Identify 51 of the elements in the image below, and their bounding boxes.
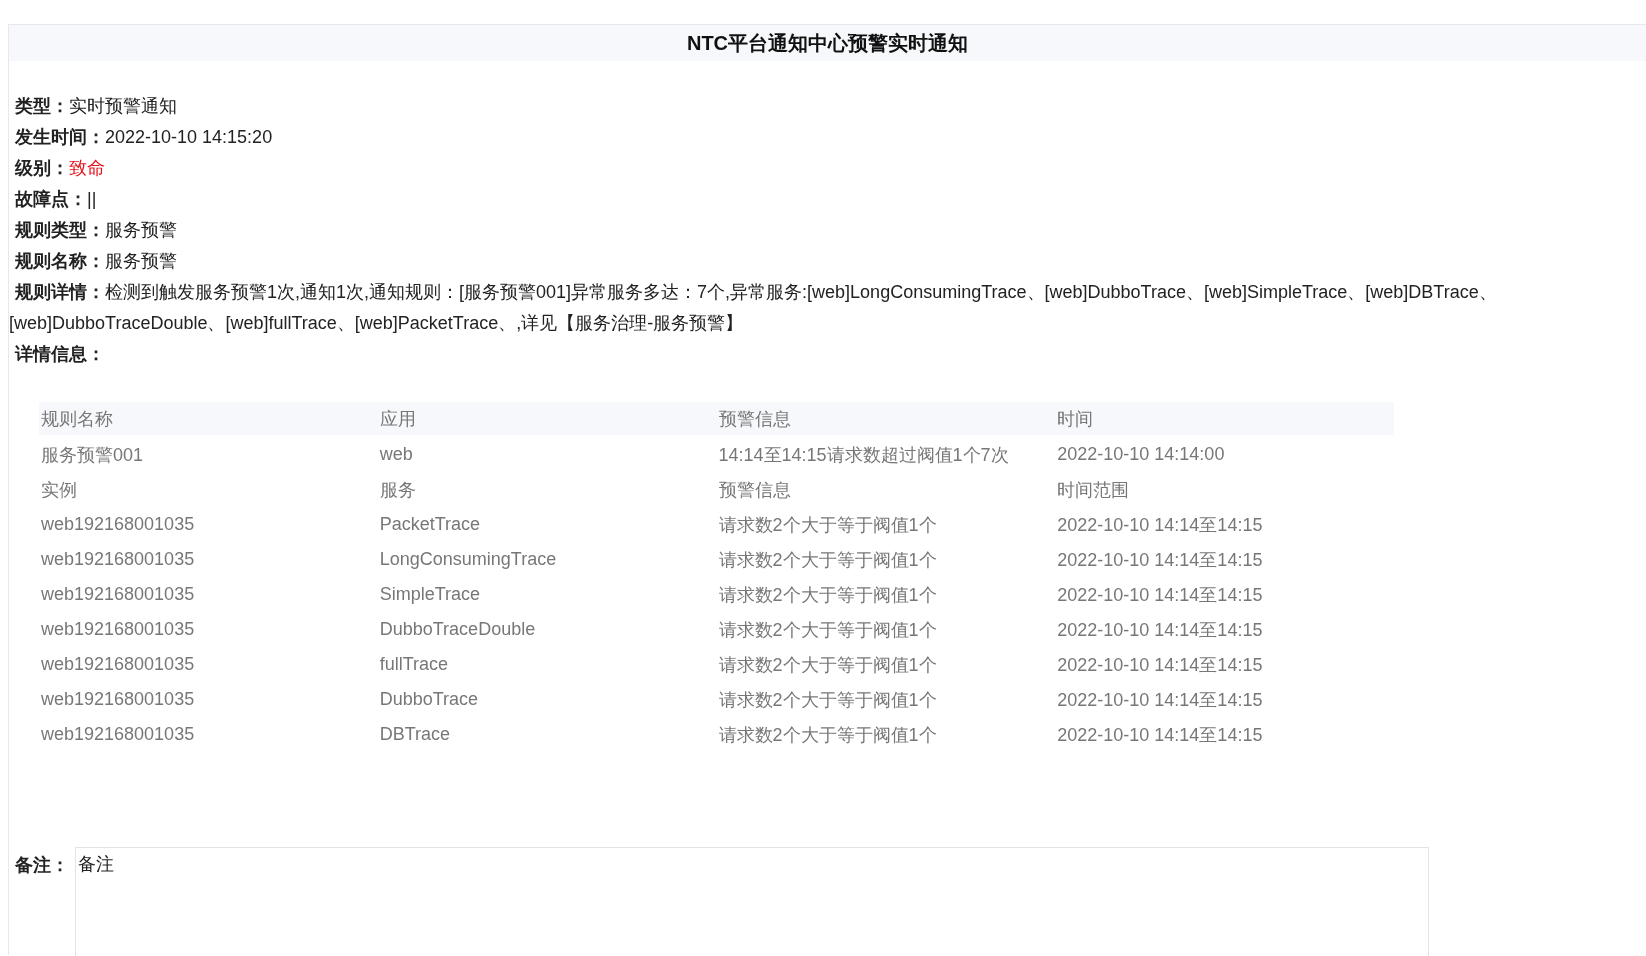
info-line: 故障点：|| xyxy=(13,188,98,211)
column-header: 时间 xyxy=(1056,407,1095,431)
table-cell-text: 2022-10-10 14:14至14:15 xyxy=(1056,618,1264,642)
table-cell-text: 2022-10-10 14:14至14:15 xyxy=(1056,653,1264,677)
page-title: NTC平台通知中心预警实时通知 xyxy=(686,30,969,56)
table-cell-text: web192168001035 xyxy=(40,724,196,745)
table-cell-text: web xyxy=(378,444,414,465)
table-cell-text: 服务 xyxy=(378,478,417,502)
table-cell-text: DubboTraceDouble xyxy=(378,619,537,640)
info-line: 规则详情：检测到触发服务预警1次,通知1次,通知规则：[服务预警001]异常服务多达：7个,异常服务:[web]LongConsumingTrace、[web]DubboTrace、[web]SimpleTrace、[web]DBTrace、[web]DubboTraceDouble、[web]fullTrace、[web]PacketTrace、,详见【服务治理-服务预警】 xyxy=(9,281,1498,335)
table-cell-text: web192168001035 xyxy=(40,549,196,570)
table-cell-text: DubboTrace xyxy=(378,689,480,710)
table-cell-text: 请求数2个大于等于阀值1个 xyxy=(717,548,938,572)
info-line: 详情信息： xyxy=(13,343,106,366)
table-cell-text: fullTrace xyxy=(378,654,450,675)
table-cell-text: 请求数2个大于等于阀值1个 xyxy=(717,723,938,747)
table-cell-text: 2022-10-10 14:14至14:15 xyxy=(1056,723,1264,747)
table-cell-text: web192168001035 xyxy=(40,654,196,675)
info-line: 类型：实时预警通知 xyxy=(14,95,178,118)
table-cell-text: 时间范围 xyxy=(1056,478,1131,502)
info-line: 级别：致命 xyxy=(13,157,106,180)
column-header: 预警信息 xyxy=(717,407,792,431)
info-line: 规则名称：服务预警 xyxy=(14,250,178,273)
info-line: 规则类型：服务预警 xyxy=(14,219,178,242)
table-cell-text: 请求数2个大于等于阀值1个 xyxy=(717,513,938,537)
table-cell-text: 请求数2个大于等于阀值1个 xyxy=(717,583,938,607)
table-cell-text: 2022-10-10 14:14至14:15 xyxy=(1056,688,1264,712)
table-cell-text: 请求数2个大于等于阀值1个 xyxy=(717,653,938,677)
table-cell-text: web192168001035 xyxy=(40,689,196,710)
table-cell-text: SimpleTrace xyxy=(378,584,482,605)
remarks-field[interactable]: 备注 xyxy=(75,847,1429,956)
table-cell-text: 14:14至14:15请求数超过阀值1个7次 xyxy=(717,443,1010,467)
column-header: 应用 xyxy=(378,407,417,431)
table-cell-text: web192168001035 xyxy=(40,619,196,640)
column-header: 规则名称 xyxy=(40,407,114,431)
table-cell-text: LongConsumingTrace xyxy=(378,549,558,570)
table-cell-text: 2022-10-10 14:14至14:15 xyxy=(1056,583,1264,607)
table-cell-text: PacketTrace xyxy=(378,514,482,535)
table-cell-text: 2022-10-10 14:14至14:15 xyxy=(1056,548,1264,572)
remarks-label: 备注： xyxy=(15,854,69,877)
table-cell-text: web192168001035 xyxy=(40,584,196,605)
table-cell-text: DBTrace xyxy=(378,724,452,745)
table-cell-text: 请求数2个大于等于阀值1个 xyxy=(717,618,938,642)
info-line: 发生时间：2022-10-10 14:15:20 xyxy=(14,126,274,149)
table-cell-text: 2022-10-10 14:14:00 xyxy=(1056,444,1226,465)
table-cell-text: 预警信息 xyxy=(717,478,792,502)
table-cell-text: 2022-10-10 14:14至14:15 xyxy=(1056,513,1264,537)
table-cell-text: 请求数2个大于等于阀值1个 xyxy=(717,688,938,712)
table-cell-text: 服务预警001 xyxy=(40,443,145,467)
table-cell-text: web192168001035 xyxy=(40,514,196,535)
table-cell-text: 实例 xyxy=(40,478,78,502)
